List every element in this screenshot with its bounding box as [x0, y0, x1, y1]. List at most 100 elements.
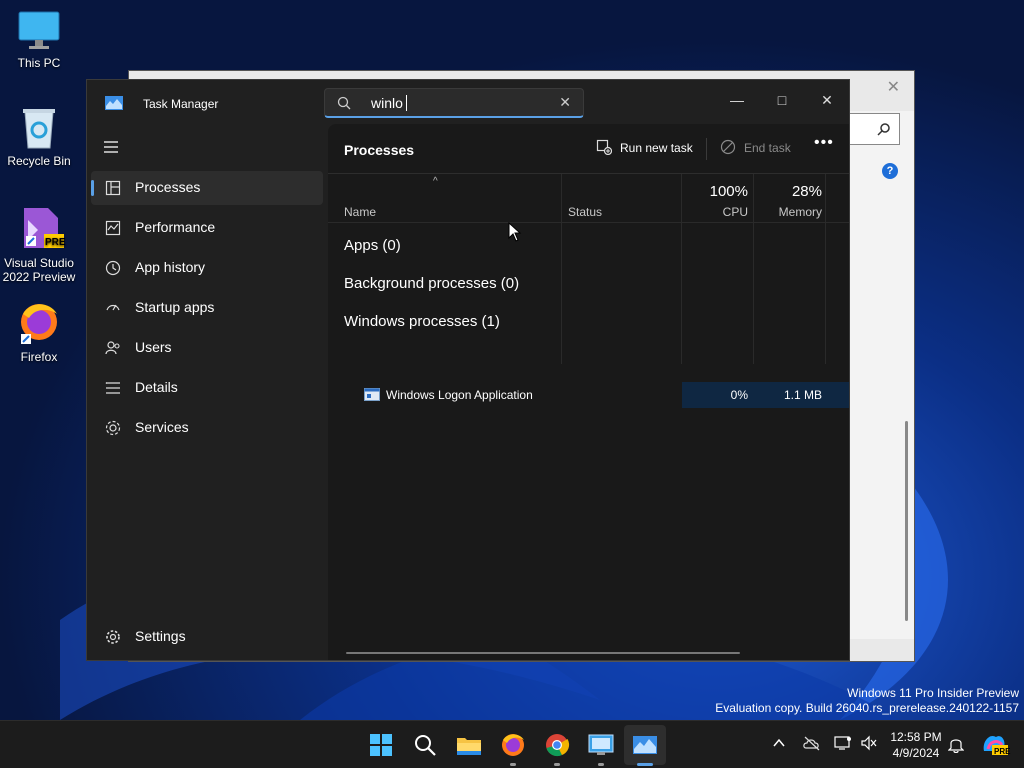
end-task-icon [720, 139, 736, 155]
column-divider[interactable] [753, 174, 754, 364]
nav-item-services[interactable]: Services [91, 411, 323, 445]
desktop-icon-label: Recycle Bin [7, 154, 71, 168]
nav-item-details[interactable]: Details [91, 371, 323, 405]
run-new-task-label: Run new task [620, 141, 693, 155]
end-task-button[interactable]: End task [720, 136, 800, 162]
performance-icon [105, 220, 121, 236]
clock-time: 12:58 PM [890, 730, 942, 744]
column-divider[interactable] [681, 174, 682, 364]
network-icon[interactable] [834, 735, 852, 751]
users-icon [105, 341, 120, 355]
details-icon [105, 382, 120, 394]
recycle-bin-icon [23, 109, 55, 149]
mouse-cursor-icon [508, 222, 522, 242]
more-options-icon[interactable]: ••• [814, 134, 834, 152]
nav-item-app-history[interactable]: App history [91, 251, 323, 285]
search-icon[interactable] [411, 731, 439, 759]
nav-item-label: Performance [135, 219, 216, 235]
table-row[interactable]: Windows Logon Application 0% 1.1 MB [328, 382, 849, 408]
onedrive-icon[interactable] [803, 735, 821, 751]
column-header-name[interactable]: Name [344, 205, 376, 219]
window-title: Task Manager [143, 97, 219, 111]
desktop-icon-label: Visual Studio 2022 Preview [2, 256, 76, 284]
nav-item-label: Settings [135, 628, 186, 644]
gear-icon [106, 630, 120, 644]
desktop-icon-label: This PC [17, 56, 61, 70]
monitor-icon [18, 11, 60, 49]
desktop-icon-firefox[interactable]: Firefox [1, 300, 77, 364]
nav-item-label: Startup apps [135, 299, 215, 315]
column-header-memory[interactable]: Memory [752, 205, 822, 219]
nav-item-users[interactable]: Users [91, 331, 323, 365]
file-explorer-icon[interactable] [455, 731, 483, 759]
nav-item-label: Services [135, 419, 189, 435]
nav-item-label: Processes [135, 179, 201, 195]
search-value: winlo [371, 95, 403, 111]
watermark-line2: Evaluation copy. Build 26040.rs_prerelea… [715, 701, 1019, 715]
process-memory: 1.1 MB [783, 388, 822, 402]
control-panel-icon[interactable] [587, 731, 615, 759]
task-manager-app-icon [105, 96, 123, 110]
notification-bell-icon[interactable] [948, 735, 964, 753]
sidebar [87, 80, 328, 660]
group-windows-processes[interactable]: Windows processes (1) [344, 313, 500, 330]
task-manager-icon[interactable] [631, 731, 659, 759]
nav-item-startup-apps[interactable]: Startup apps [91, 291, 323, 325]
page-title: Processes [344, 142, 415, 158]
chevron-up-icon[interactable] [771, 735, 787, 751]
column-divider[interactable] [561, 174, 562, 364]
header-divider [328, 222, 849, 223]
search-icon [337, 96, 351, 110]
background-scrollbar[interactable] [905, 421, 908, 621]
process-cpu: 0% [730, 388, 748, 402]
close-button[interactable]: ✕ [807, 86, 847, 114]
desktop-icon-label: Firefox [20, 350, 58, 364]
clear-search-icon[interactable]: ✕ [559, 94, 571, 111]
close-icon[interactable]: ✕ [887, 77, 900, 97]
toolbar-divider [706, 138, 707, 160]
clock-date: 4/9/2024 [892, 746, 940, 760]
desktop-icon-recycle-bin[interactable]: Recycle Bin [1, 106, 77, 168]
desktop-icon-visual-studio[interactable]: PRE Visual Studio 2022 Preview [1, 204, 77, 284]
services-icon [105, 420, 121, 436]
running-indicator [510, 763, 516, 766]
nav-item-performance[interactable]: Performance [91, 211, 323, 245]
startup-apps-icon [106, 304, 120, 311]
running-indicator [637, 763, 653, 766]
text-caret [406, 95, 407, 111]
nav-item-label: Users [135, 339, 172, 355]
column-header-status[interactable]: Status [568, 205, 602, 219]
pre-badge: PRE [45, 237, 66, 248]
firefox-icon[interactable] [499, 731, 527, 759]
end-task-label: End task [744, 141, 791, 155]
desktop-icon-this-pc[interactable]: This PC [1, 10, 77, 70]
processes-icon [105, 180, 121, 196]
run-new-task-button[interactable]: Run new task [596, 136, 706, 162]
process-name: Windows Logon Application [386, 388, 533, 402]
column-divider[interactable] [825, 174, 826, 364]
window-app-icon [364, 388, 380, 401]
cpu-total: 100% [709, 183, 748, 200]
task-manager-window[interactable]: Task Manager winlo ✕ — □ ✕ Processes Per… [86, 79, 850, 661]
chrome-icon[interactable] [543, 731, 571, 759]
taskbar: 12:58 PM 4/9/2024 PRE [0, 720, 1024, 768]
group-apps[interactable]: Apps (0) [344, 237, 401, 254]
nav-item-processes[interactable]: Processes [91, 171, 323, 205]
horizontal-scrollbar[interactable] [346, 652, 740, 654]
search-input[interactable]: winlo ✕ [324, 88, 584, 118]
start-icon[interactable] [367, 731, 395, 759]
minimize-button[interactable]: — [717, 86, 757, 114]
nav-item-settings[interactable]: Settings [91, 620, 323, 654]
running-indicator [554, 763, 560, 766]
help-icon[interactable]: ? [882, 163, 898, 179]
copilot-pre-badge: PRE [994, 747, 1011, 756]
watermark-line1: Windows 11 Pro Insider Preview [847, 686, 1019, 700]
volume-muted-icon[interactable] [860, 735, 878, 751]
clock[interactable]: 12:58 PM 4/9/2024 [882, 729, 950, 761]
hamburger-menu-icon[interactable] [103, 140, 119, 154]
maximize-button[interactable]: □ [762, 86, 802, 114]
active-indicator [91, 180, 94, 196]
group-background-processes[interactable]: Background processes (0) [344, 275, 519, 292]
column-header-cpu[interactable]: CPU [682, 205, 748, 219]
processes-panel: Processes Run new task End task ••• ^ Na… [328, 124, 849, 660]
